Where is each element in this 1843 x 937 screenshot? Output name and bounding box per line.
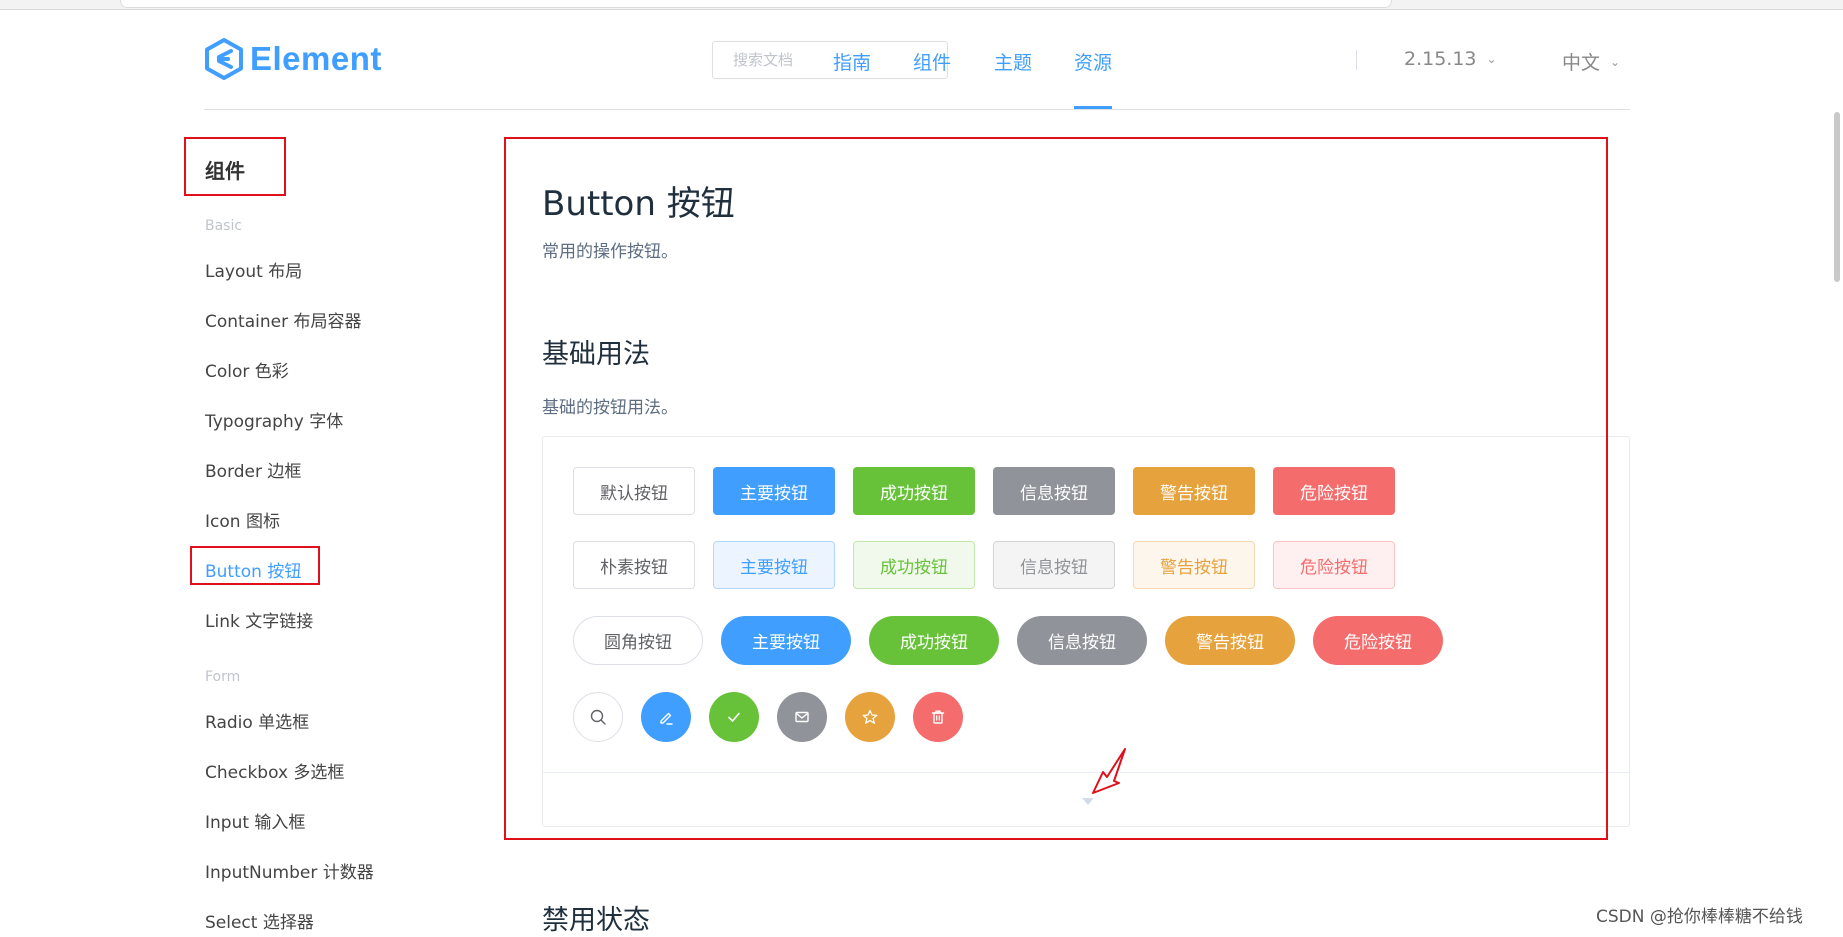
- version-label: 2.15.13: [1404, 48, 1477, 70]
- circle-edit-button[interactable]: [641, 692, 691, 742]
- edit-icon: [660, 712, 673, 725]
- next-section-title: 禁用状态: [542, 905, 650, 936]
- star-icon: [862, 709, 878, 724]
- logo[interactable]: Element: [204, 34, 382, 84]
- warning-button[interactable]: 警告按钮: [1133, 467, 1255, 515]
- round-primary-button[interactable]: 主要按钮: [721, 616, 851, 665]
- sidebar-item-checkbox[interactable]: Checkbox 多选框: [205, 758, 344, 783]
- element-logo-icon: [205, 38, 243, 80]
- section-title: 基础用法: [542, 339, 650, 370]
- chevron-down-icon: ⌄: [1610, 54, 1621, 69]
- round-danger-button[interactable]: 危险按钮: [1313, 616, 1443, 665]
- logo-text: Element: [250, 40, 382, 77]
- round-warning-button[interactable]: 警告按钮: [1165, 616, 1295, 665]
- sidebar-item-radio[interactable]: Radio 单选框: [205, 708, 309, 733]
- round-default-button[interactable]: 圆角按钮: [573, 616, 703, 665]
- circle-search-button[interactable]: [573, 692, 623, 742]
- site-header: Element 指南 组件 主题 资源 2.15.13 ⌄ 中文 ⌄: [204, 10, 1630, 110]
- chevron-down-icon: ⌄: [1486, 52, 1497, 66]
- circle-message-button[interactable]: [777, 692, 827, 742]
- version-dropdown[interactable]: 2.15.13 ⌄: [1404, 48, 1497, 70]
- info-button[interactable]: 信息按钮: [993, 467, 1115, 515]
- primary-button[interactable]: 主要按钮: [713, 467, 835, 515]
- sidebar-item-container[interactable]: Container 布局容器: [205, 307, 361, 332]
- sidebar-item-link[interactable]: Link 文字链接: [205, 607, 313, 632]
- section-description: 基础的按钮用法。: [542, 398, 678, 418]
- plain-danger-button[interactable]: 危险按钮: [1273, 541, 1395, 589]
- nav-separator: [1356, 50, 1357, 70]
- check-icon: [728, 712, 740, 722]
- sidebar-item-inputnumber[interactable]: InputNumber 计数器: [205, 858, 374, 883]
- scrollbar-thumb[interactable]: [1834, 112, 1840, 282]
- circle-star-button[interactable]: [845, 692, 895, 742]
- sidebar-item-icon[interactable]: Icon 图标: [205, 507, 280, 532]
- sidebar-item-select[interactable]: Select 选择器: [205, 908, 314, 933]
- demo-code-toggle[interactable]: [543, 772, 1629, 828]
- circle-delete-button[interactable]: [913, 692, 963, 742]
- sidebar-item-layout[interactable]: Layout 布局: [205, 257, 302, 282]
- round-success-button[interactable]: 成功按钮: [869, 616, 999, 665]
- annotation-box-sidebar-active: [190, 546, 320, 585]
- demo-block: 默认按钮 主要按钮 成功按钮 信息按钮 警告按钮 危险按钮 朴素按钮 主要按钮 …: [542, 436, 1630, 827]
- nav-guide[interactable]: 指南: [833, 48, 871, 75]
- message-icon: [795, 711, 809, 723]
- success-button[interactable]: 成功按钮: [853, 467, 975, 515]
- plain-warning-button[interactable]: 警告按钮: [1133, 541, 1255, 589]
- nav-component[interactable]: 组件: [913, 48, 951, 75]
- language-label: 中文: [1562, 52, 1601, 74]
- default-button[interactable]: 默认按钮: [573, 467, 695, 515]
- sidebar-item-input[interactable]: Input 输入框: [205, 808, 305, 833]
- delete-icon: [931, 710, 945, 724]
- language-dropdown[interactable]: 中文 ⌄: [1562, 48, 1620, 75]
- sidebar-item-typography[interactable]: Typography 字体: [205, 407, 343, 432]
- page-title: Button 按钮: [542, 184, 735, 224]
- plain-default-button[interactable]: 朴素按钮: [573, 541, 695, 589]
- page-description: 常用的操作按钮。: [542, 242, 678, 262]
- search-icon: [590, 709, 606, 725]
- sidebar-title: 组件: [205, 159, 245, 183]
- nav-theme[interactable]: 主题: [994, 48, 1032, 75]
- sidebar-item-border[interactable]: Border 边框: [205, 457, 301, 482]
- nav-resource[interactable]: 资源: [1074, 48, 1112, 75]
- caret-down-icon: [1082, 798, 1094, 805]
- browser-address-bar[interactable]: [120, 0, 1392, 8]
- sidebar-group-basic: Basic: [205, 218, 243, 234]
- sidebar-item-color[interactable]: Color 色彩: [205, 357, 289, 382]
- danger-button[interactable]: 危险按钮: [1273, 467, 1395, 515]
- annotation-arrow-icon: [1092, 748, 1126, 794]
- plain-primary-button[interactable]: 主要按钮: [713, 541, 835, 589]
- browser-top-strip: [0, 0, 1843, 10]
- sidebar-group-form: Form: [205, 669, 241, 685]
- watermark: CSDN @抢你棒棒糖不给钱: [1596, 907, 1803, 927]
- nav-active-underline: [1074, 106, 1112, 109]
- circle-check-button[interactable]: [709, 692, 759, 742]
- round-info-button[interactable]: 信息按钮: [1017, 616, 1147, 665]
- plain-success-button[interactable]: 成功按钮: [853, 541, 975, 589]
- plain-info-button[interactable]: 信息按钮: [993, 541, 1115, 589]
